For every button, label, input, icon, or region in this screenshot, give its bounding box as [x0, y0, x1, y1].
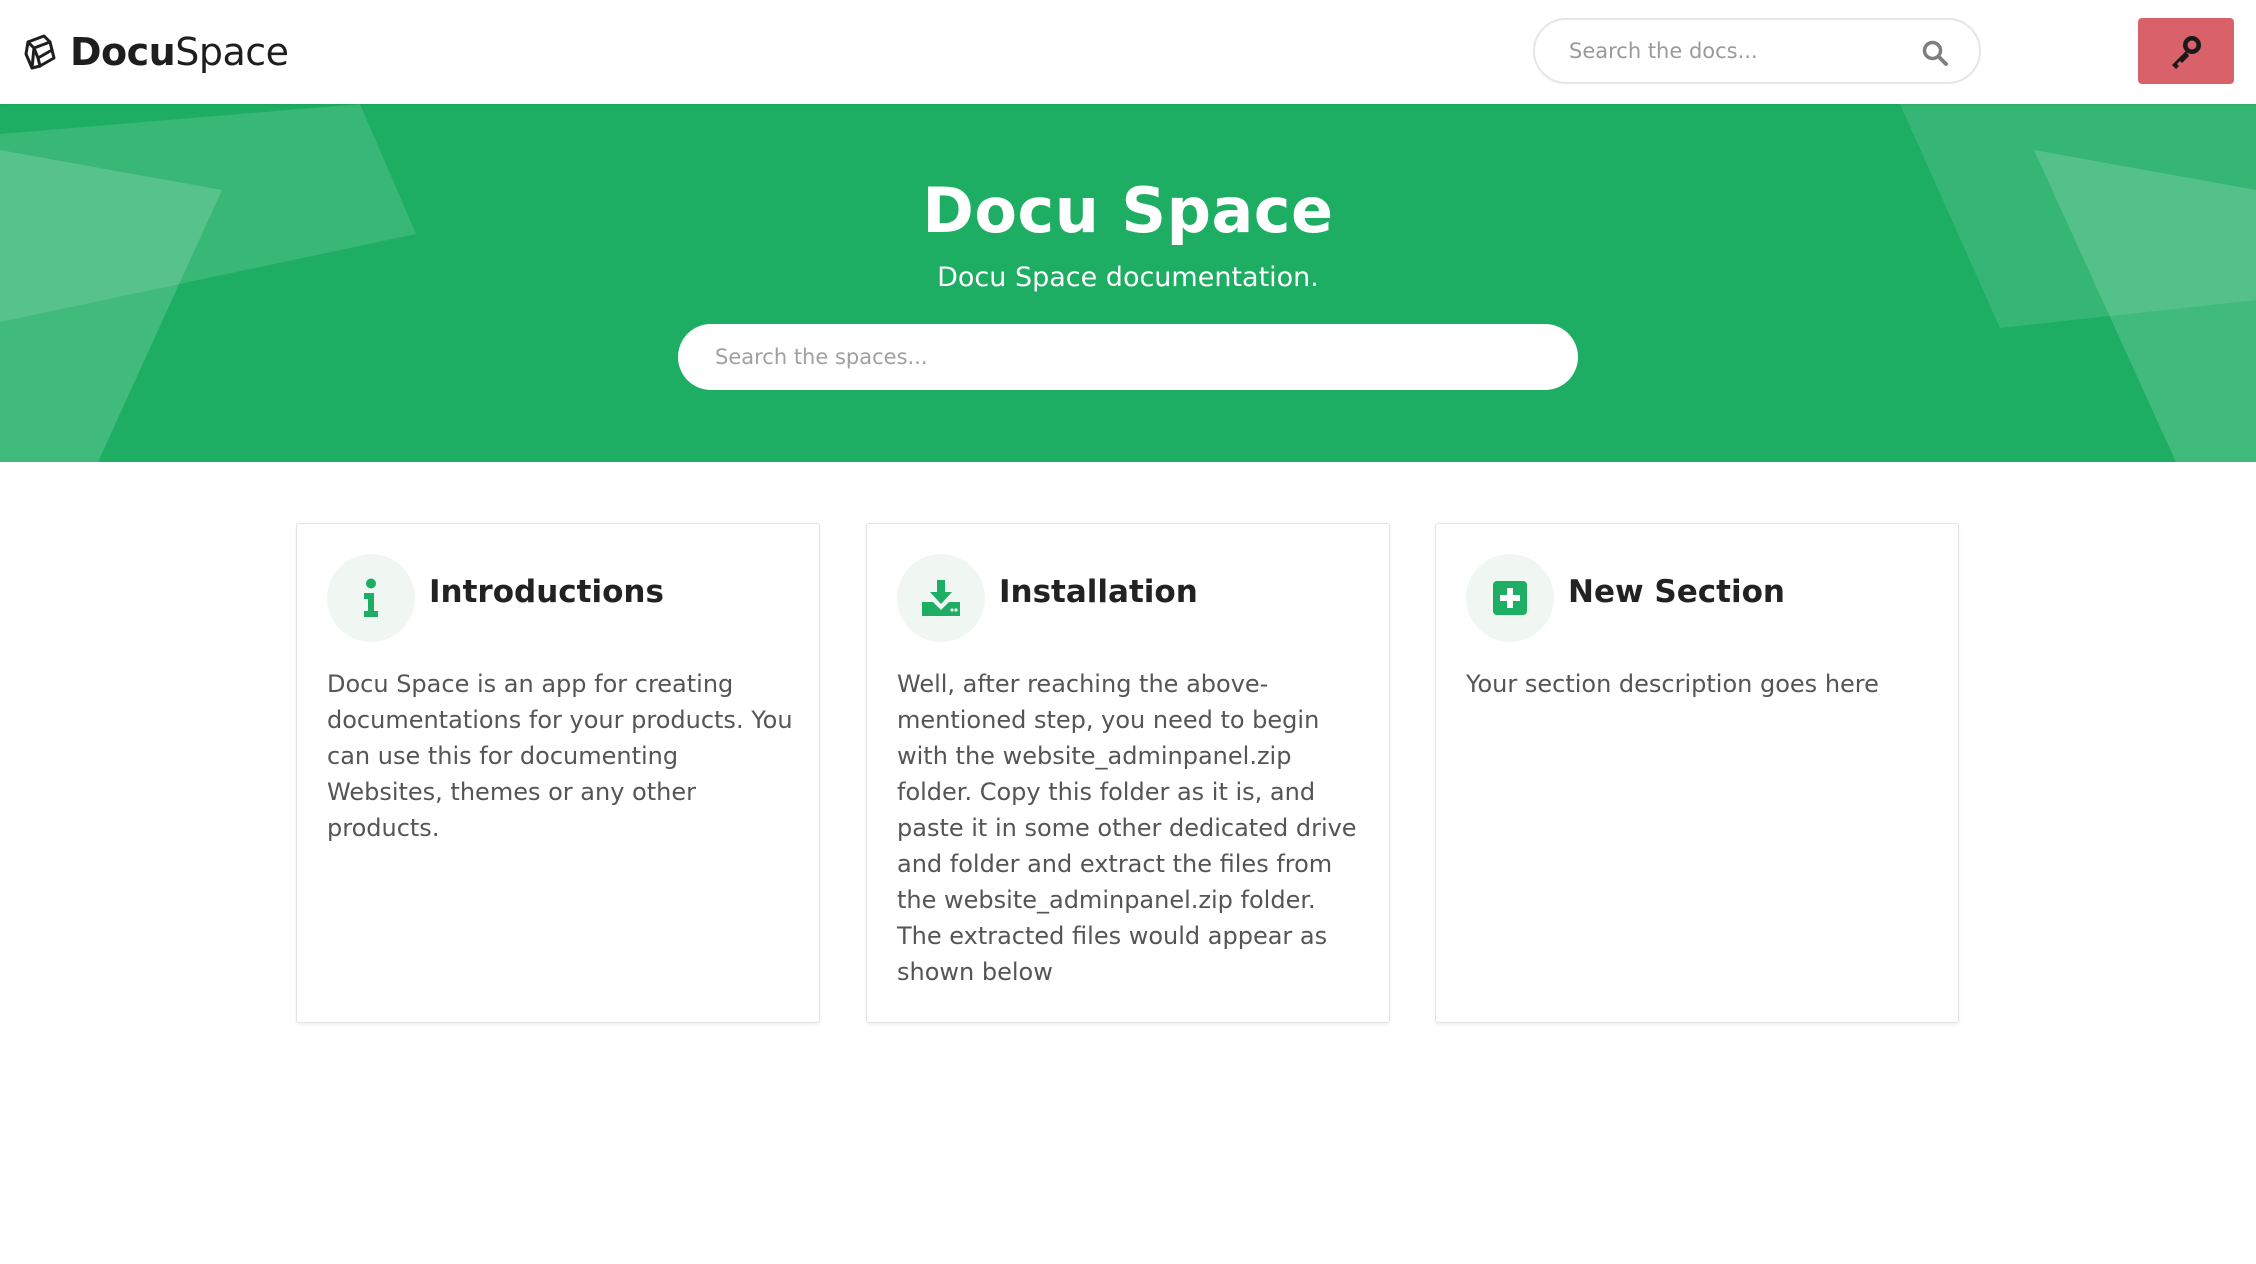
section-icon-circle: [897, 554, 985, 642]
download-icon: [922, 580, 960, 616]
section-title: Introductions: [429, 574, 664, 610]
plus-square-icon: [1493, 581, 1527, 615]
section-title: New Section: [1568, 574, 1785, 610]
brand-name-light: Space: [175, 30, 289, 74]
section-icon-circle: [1466, 554, 1554, 642]
section-icon-circle: [327, 554, 415, 642]
section-card-introductions[interactable]: Introductions Docu Space is an app for c…: [296, 523, 820, 1023]
section-description: Well, after reaching the above-mentioned…: [897, 670, 1357, 986]
info-icon: [364, 578, 378, 617]
section-title: Installation: [999, 574, 1198, 610]
section-card-installation[interactable]: Installation Well, after reaching the ab…: [866, 523, 1390, 1023]
section-card-new-section[interactable]: New Section Your section description goe…: [1435, 523, 1959, 1023]
hero-subtitle: Docu Space documentation.: [937, 262, 1319, 293]
spaces-search-box: [678, 324, 1578, 390]
brand-name: DocuSpace: [70, 26, 289, 78]
spaces-search-input[interactable]: [678, 324, 1538, 390]
brand-logo-icon: [24, 34, 56, 70]
search-icon[interactable]: [1921, 39, 1949, 67]
docs-search-input[interactable]: [1535, 21, 1895, 81]
section-description: Your section description goes here: [1466, 670, 1879, 698]
hero-title: Docu Space: [922, 174, 1334, 247]
docs-search-box: [1533, 18, 1981, 84]
hero-banner: Docu Space Docu Space documentation.: [0, 104, 2256, 462]
key-icon: [2172, 36, 2201, 69]
brand-name-bold: Docu: [70, 30, 176, 74]
top-navbar: DocuSpace: [0, 0, 2256, 104]
section-description: Docu Space is an app for creating docume…: [327, 670, 793, 842]
login-key-button[interactable]: [2138, 18, 2234, 84]
brand-logo-link[interactable]: DocuSpace: [22, 26, 289, 78]
